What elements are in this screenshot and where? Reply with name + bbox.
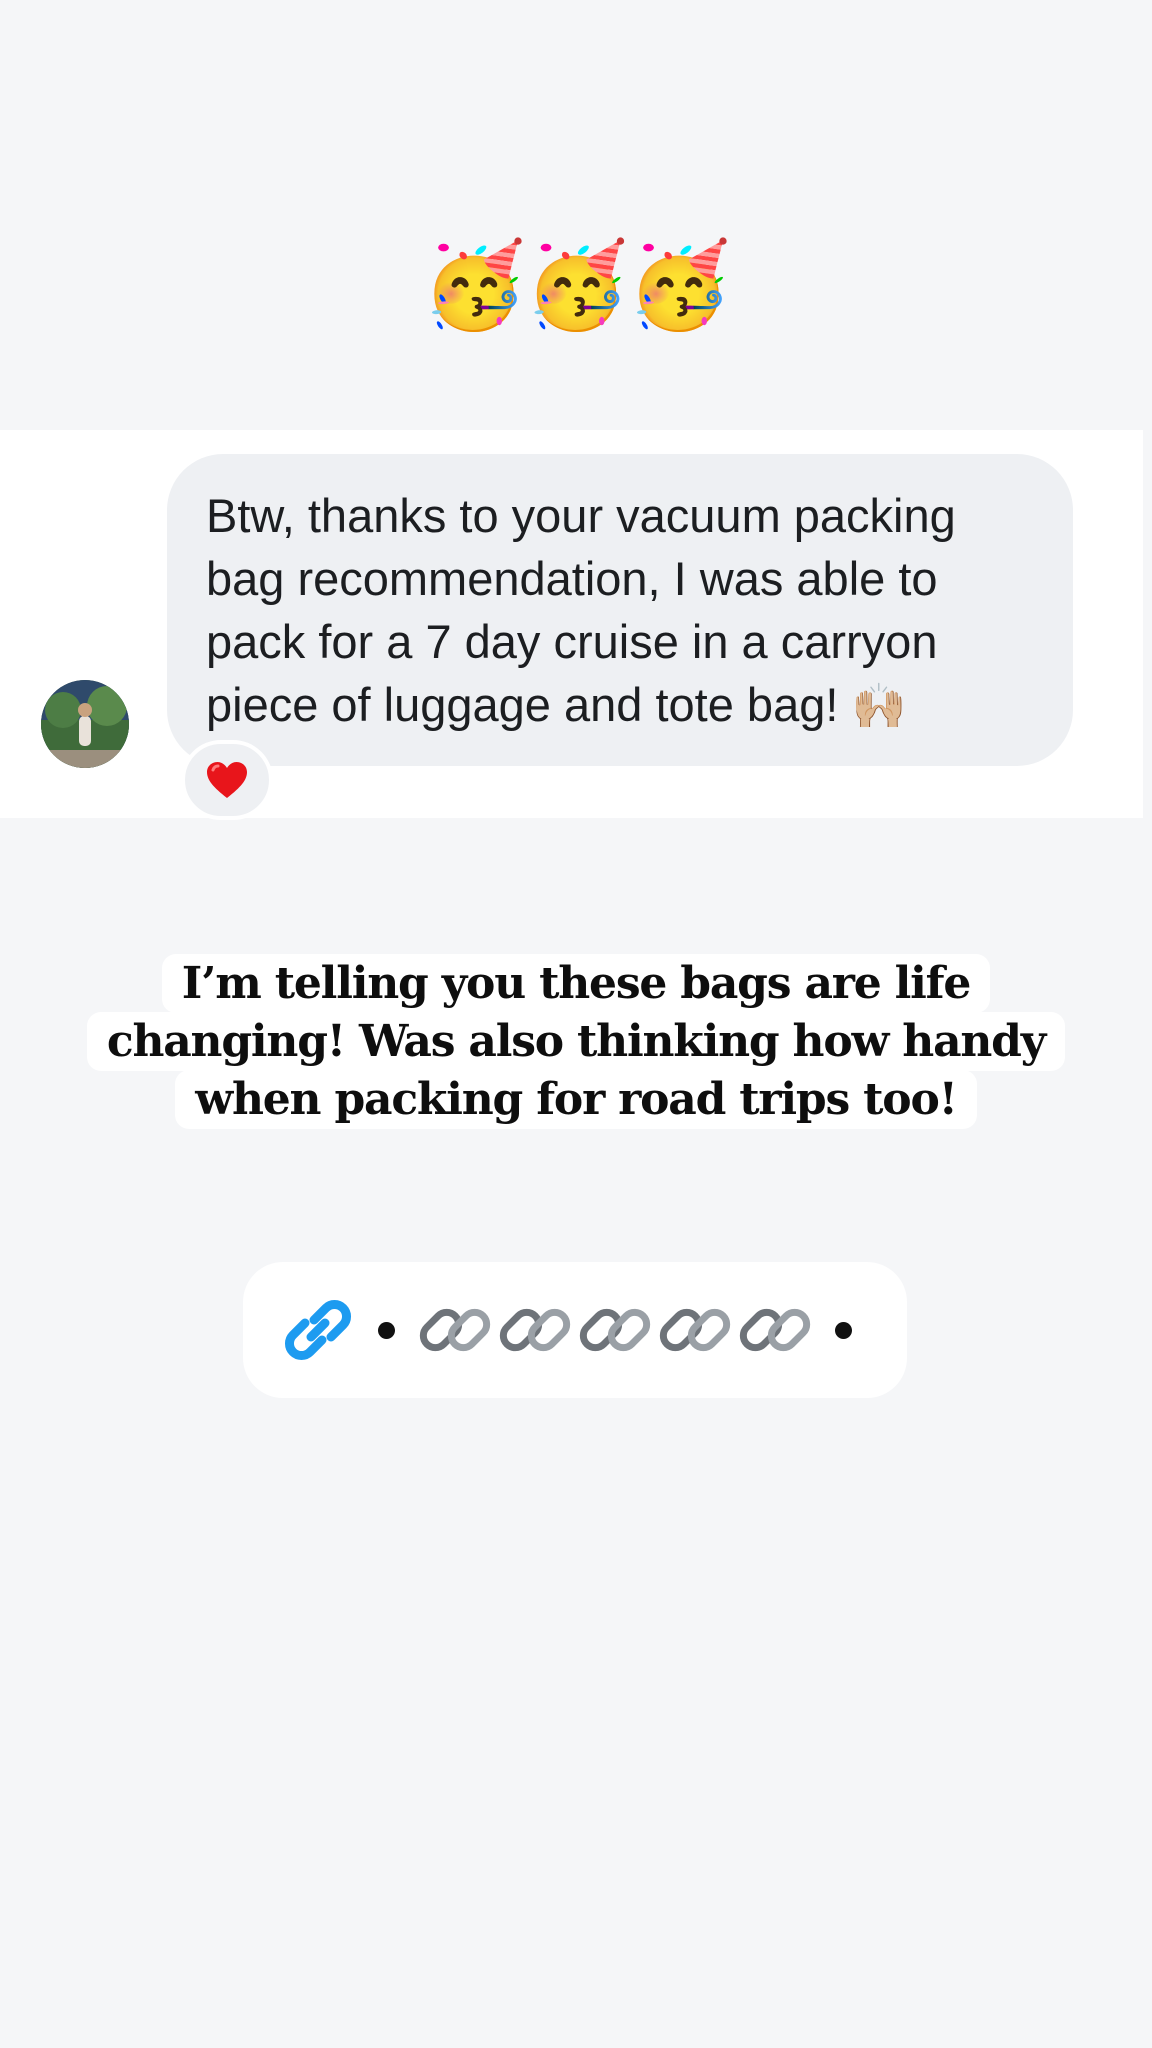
- message-body: Btw, thanks to your vacuum packing bag r…: [206, 489, 956, 731]
- caption: I’m telling you these bags are life chan…: [0, 954, 1152, 1129]
- heart-icon: [207, 762, 247, 798]
- caption-line-3: when packing for road trips too!: [175, 1070, 977, 1129]
- party-emoji-row: 🥳🥳🥳: [422, 236, 732, 334]
- link-icon: [285, 1300, 351, 1360]
- chain-icon: [659, 1308, 731, 1352]
- raised-hands-emoji: 🙌🏼: [851, 681, 907, 732]
- caption-line-1: I’m telling you these bags are life: [161, 954, 991, 1013]
- heart-reaction[interactable]: [181, 740, 273, 820]
- bullet-dot: [378, 1321, 395, 1339]
- link-sticker[interactable]: [243, 1262, 907, 1398]
- chain-icon: [499, 1308, 571, 1352]
- bullet-dot: [835, 1321, 852, 1339]
- chain-icon: [739, 1308, 811, 1352]
- avatar: [41, 680, 129, 768]
- chain-icon: [419, 1308, 491, 1352]
- received-message-bubble[interactable]: Btw, thanks to your vacuum packing bag r…: [167, 454, 1073, 766]
- chain-icon: [579, 1308, 651, 1352]
- message-text: Btw, thanks to your vacuum packing bag r…: [206, 484, 1033, 738]
- caption-line-2: changing! Was also thinking how handy: [86, 1012, 1066, 1071]
